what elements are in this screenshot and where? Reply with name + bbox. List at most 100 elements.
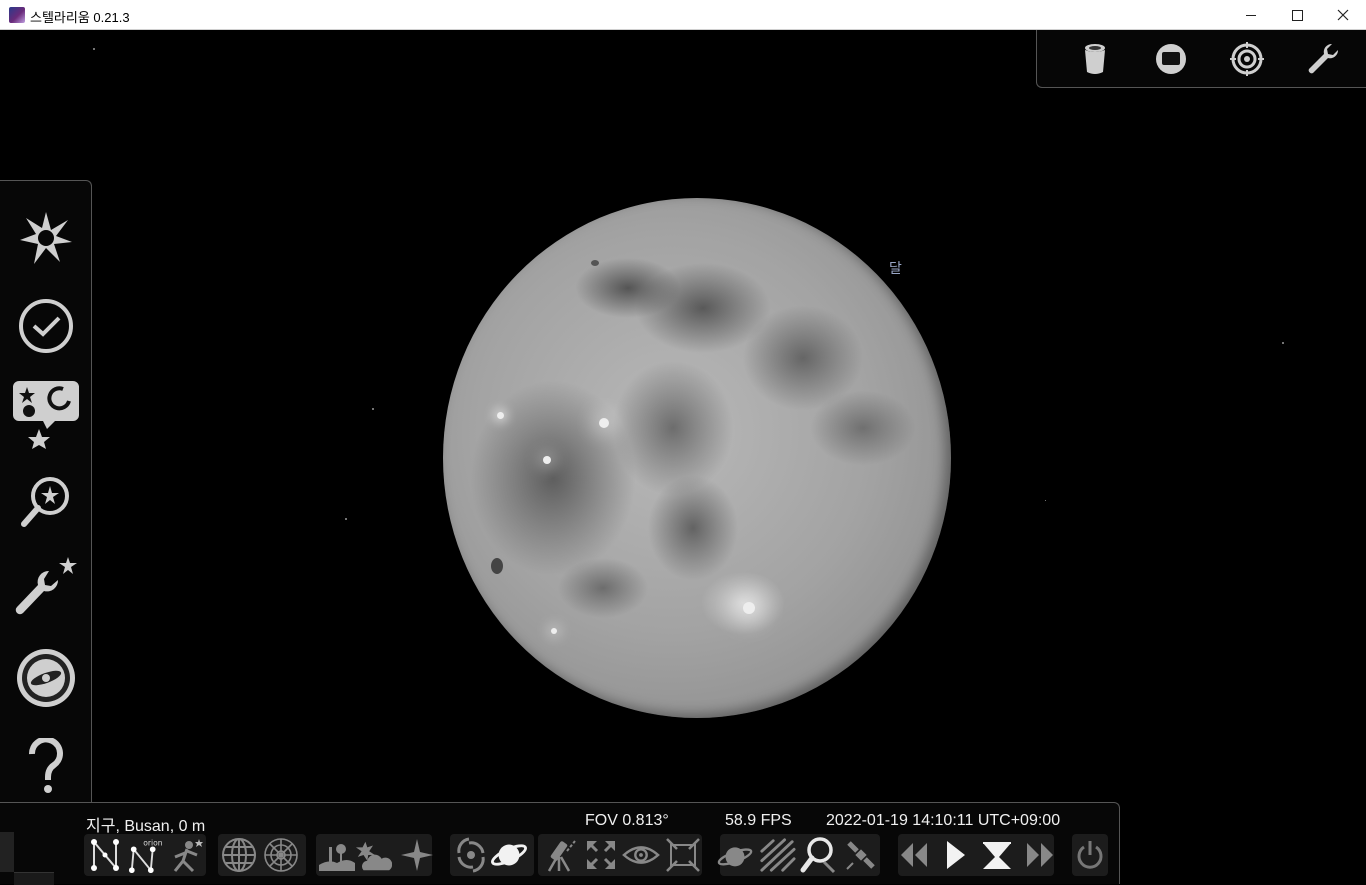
fps-status: 58.9 FPS (725, 812, 792, 829)
top-right-panel (1036, 30, 1366, 88)
constellation-names-icon: orion (128, 839, 163, 873)
tycho-crater (743, 602, 755, 614)
plato-crater (591, 260, 599, 266)
atmosphere-button[interactable] (354, 836, 392, 874)
screen-button[interactable] (1151, 40, 1191, 78)
constellation-art-button[interactable] (168, 836, 206, 874)
equatorial-mount-button[interactable] (540, 836, 578, 874)
equatorial-grid-button[interactable] (220, 836, 258, 874)
quit-button[interactable] (1071, 836, 1109, 874)
cardinal-points-icon (401, 839, 433, 871)
planets-button[interactable] (490, 836, 528, 874)
satellites-icon (846, 841, 875, 870)
night-mode-icon (622, 846, 660, 864)
planets-icon (491, 844, 527, 866)
star[interactable] (93, 48, 95, 50)
maximize-button[interactable] (1274, 0, 1320, 30)
search-window-button[interactable] (10, 467, 82, 537)
sky-view-icon (13, 381, 79, 449)
close-button[interactable] (1320, 0, 1366, 30)
fast-forward-icon (1027, 843, 1053, 867)
atmosphere-icon (355, 841, 392, 871)
crater (551, 628, 557, 634)
ocular-icon (800, 837, 836, 874)
target-button[interactable] (1227, 40, 1267, 78)
play-button[interactable] (936, 836, 974, 874)
left-panel-toggle[interactable] (0, 832, 14, 872)
sky-view-window-button[interactable] (10, 379, 82, 449)
stellarium-app-icon (9, 7, 25, 23)
play-icon (947, 841, 965, 869)
center-object-button[interactable] (582, 836, 620, 874)
current-time-icon (983, 842, 1011, 869)
deep-sky-icon (457, 837, 485, 873)
window-title: 스텔라리움 0.21.3 (30, 10, 130, 25)
star[interactable] (1282, 342, 1284, 344)
planet-labels-icon (717, 847, 753, 867)
quit-icon (1077, 841, 1103, 869)
astro-calc-icon (17, 649, 75, 707)
star[interactable] (1045, 500, 1046, 501)
constellation-lines-icon (91, 839, 119, 871)
telescope-control-button[interactable] (1075, 40, 1115, 78)
satellites-button[interactable] (842, 836, 880, 874)
fast-forward-button[interactable] (1022, 836, 1060, 874)
location-status: 지구, Busan, 0 m (86, 818, 206, 835)
help-window-button[interactable] (10, 731, 82, 801)
svg-text:orion: orion (143, 839, 163, 848)
bottom-panel-toggle[interactable] (14, 872, 54, 885)
deep-sky-button[interactable] (452, 836, 490, 874)
search-icon (21, 477, 69, 527)
minimize-button[interactable] (1228, 0, 1274, 30)
fullscreen-button[interactable] (664, 836, 702, 874)
rewind-button[interactable] (894, 836, 932, 874)
equatorial-mount-icon (547, 840, 576, 872)
title-bar: 스텔라리움 0.21.3 (0, 0, 1366, 30)
ground-icon (319, 844, 355, 871)
datetime-icon (19, 299, 73, 353)
help-icon (28, 738, 63, 793)
cardinal-points-button[interactable] (398, 836, 436, 874)
wrench-icon (1308, 43, 1339, 74)
telescope-icon (1085, 44, 1105, 74)
ocular-button[interactable] (800, 836, 838, 874)
azimuthal-grid-button[interactable] (262, 836, 300, 874)
meteor-showers-button[interactable] (758, 836, 796, 874)
constellation-names-button[interactable]: orion (128, 836, 166, 874)
screen-icon (1156, 44, 1186, 74)
kepler-crater (543, 456, 551, 464)
configuration-window-button[interactable] (10, 555, 82, 625)
fov-status: FOV 0.813° (585, 812, 669, 829)
star[interactable] (345, 518, 347, 520)
fullscreen-icon (666, 838, 700, 872)
moon-label: 달 (889, 260, 902, 276)
planet-labels-button[interactable] (716, 836, 754, 874)
location-icon (20, 212, 72, 264)
copernicus-crater (599, 418, 609, 428)
equatorial-grid-icon (222, 838, 256, 872)
star[interactable] (372, 408, 374, 410)
left-toolbar (0, 180, 92, 884)
moon[interactable] (443, 198, 951, 718)
grimaldi-crater (491, 558, 503, 574)
rewind-icon (901, 843, 927, 867)
maximize-icon (1291, 9, 1303, 21)
target-icon (1230, 42, 1264, 76)
ground-button[interactable] (318, 836, 356, 874)
datetime-window-button[interactable] (10, 291, 82, 361)
configuration-icon (15, 557, 77, 615)
azimuthal-grid-icon (264, 838, 298, 872)
aristarchus-crater (497, 412, 504, 419)
astro-calc-window-button[interactable] (10, 643, 82, 713)
close-icon (1337, 9, 1349, 21)
night-mode-button[interactable] (622, 836, 660, 874)
center-object-icon (587, 841, 615, 869)
datetime-status: 2022-01-19 14:10:11 UTC+09:00 (826, 812, 1061, 829)
settings-button[interactable] (1303, 40, 1343, 78)
constellation-lines-button[interactable] (86, 836, 124, 874)
meteor-showers-icon (760, 838, 796, 872)
current-time-button[interactable] (978, 836, 1016, 874)
location-window-button[interactable] (10, 203, 82, 273)
constellation-art-icon (173, 839, 203, 873)
minimize-icon (1246, 14, 1256, 16)
